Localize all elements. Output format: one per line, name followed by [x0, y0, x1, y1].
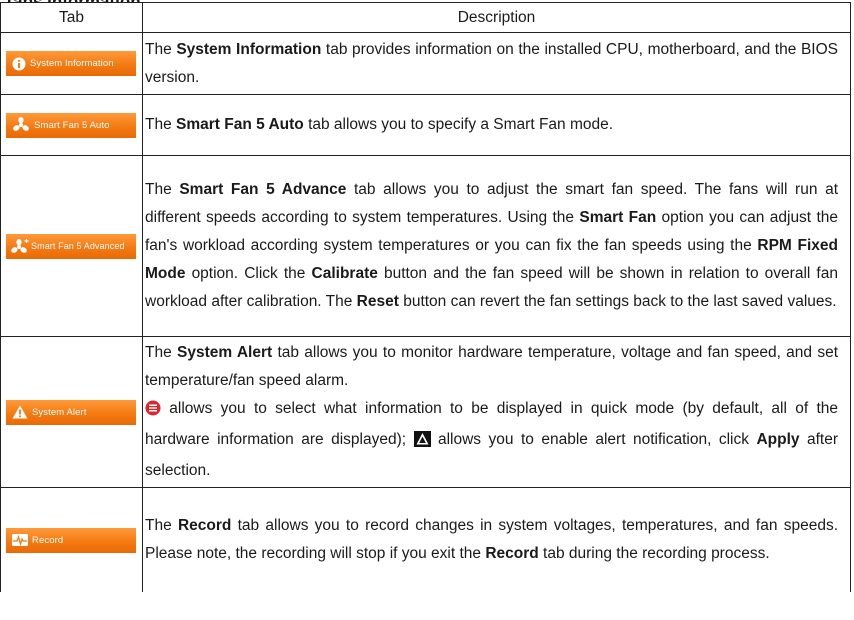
desc-text: The [145, 116, 177, 133]
desc-text: allows you to enable alert notification,… [430, 431, 757, 448]
header-description: Description [142, 2, 851, 33]
desc-text: The [145, 181, 180, 198]
tab-system-information[interactable]: System Information [6, 51, 136, 76]
tab-label: System Information [30, 58, 114, 69]
tab-label: Smart Fan 5 Auto [34, 119, 110, 131]
desc-text: The [145, 344, 177, 361]
desc-bold: Calibrate [311, 265, 378, 282]
desc-bold: Smart Fan 5 Advance [179, 181, 347, 198]
table-header-row: Tab Description [0, 2, 851, 33]
desc-bold: Record [485, 545, 539, 562]
description-cell: The System Information tab provides info… [142, 32, 851, 95]
tab-cell: Smart Fan 5 Auto [0, 94, 143, 156]
desc-bold: Smart Fan 5 Auto [176, 116, 304, 133]
description-cell: The Smart Fan 5 Advance tab allows you t… [142, 155, 851, 337]
tab-cell: Record [0, 487, 143, 592]
tab-label: Record [32, 534, 64, 546]
desc-bold: Smart Fan [579, 209, 657, 226]
warning-icon [12, 405, 28, 419]
desc-text: tab during the recording process. [538, 545, 770, 562]
tab-smart-fan-5-advanced[interactable]: Smart Fan 5 Advanced [6, 233, 136, 259]
table-row: System Alert The System Alert tab allows… [0, 336, 851, 488]
table-row: Smart Fan 5 Auto The Smart Fan 5 Auto ta… [0, 94, 851, 156]
desc-text: tab allows you to specify a Smart Fan mo… [303, 116, 614, 133]
desc-bold: System Alert [177, 344, 273, 361]
tab-label: Smart Fan 5 Advanced [31, 241, 125, 251]
desc-bold: Reset [356, 293, 399, 310]
tab-cell: System Information [0, 32, 143, 95]
tab-cell: System Alert [0, 336, 143, 488]
description-cell: The Record tab allows you to record chan… [142, 487, 851, 592]
tabs-info-table: Tab Description System Information The S… [0, 2, 851, 592]
list-icon [145, 398, 161, 426]
pulse-icon [12, 534, 28, 546]
tab-label: System Alert [32, 406, 87, 418]
description-cell: The System Alert tab allows you to monit… [142, 336, 851, 488]
desc-bold: System Information [176, 40, 322, 58]
fan-plus-icon [10, 238, 30, 254]
desc-text: The [145, 517, 178, 534]
tab-cell: Smart Fan 5 Advanced [0, 155, 143, 337]
desc-text: button can revert the fan settings back … [398, 293, 837, 310]
description-cell: The Smart Fan 5 Auto tab allows you to s… [142, 94, 851, 156]
tab-record[interactable]: Record [6, 527, 136, 553]
info-icon [12, 57, 26, 71]
table-row: Smart Fan 5 Advanced The Smart Fan 5 Adv… [0, 155, 851, 337]
table-row: System Information The System Informatio… [0, 32, 851, 95]
desc-text: option. Click the [185, 265, 312, 282]
header-tab: Tab [0, 2, 143, 33]
desc-text: The [145, 40, 177, 58]
table-row: Record The Record tab allows you to reco… [0, 487, 851, 592]
alert-icon [413, 429, 431, 457]
desc-bold: Apply [756, 431, 800, 448]
desc-bold: Record [177, 517, 232, 534]
fan-icon [12, 117, 30, 133]
tab-smart-fan-5-auto[interactable]: Smart Fan 5 Auto [6, 112, 136, 138]
tab-system-alert[interactable]: System Alert [6, 399, 136, 425]
